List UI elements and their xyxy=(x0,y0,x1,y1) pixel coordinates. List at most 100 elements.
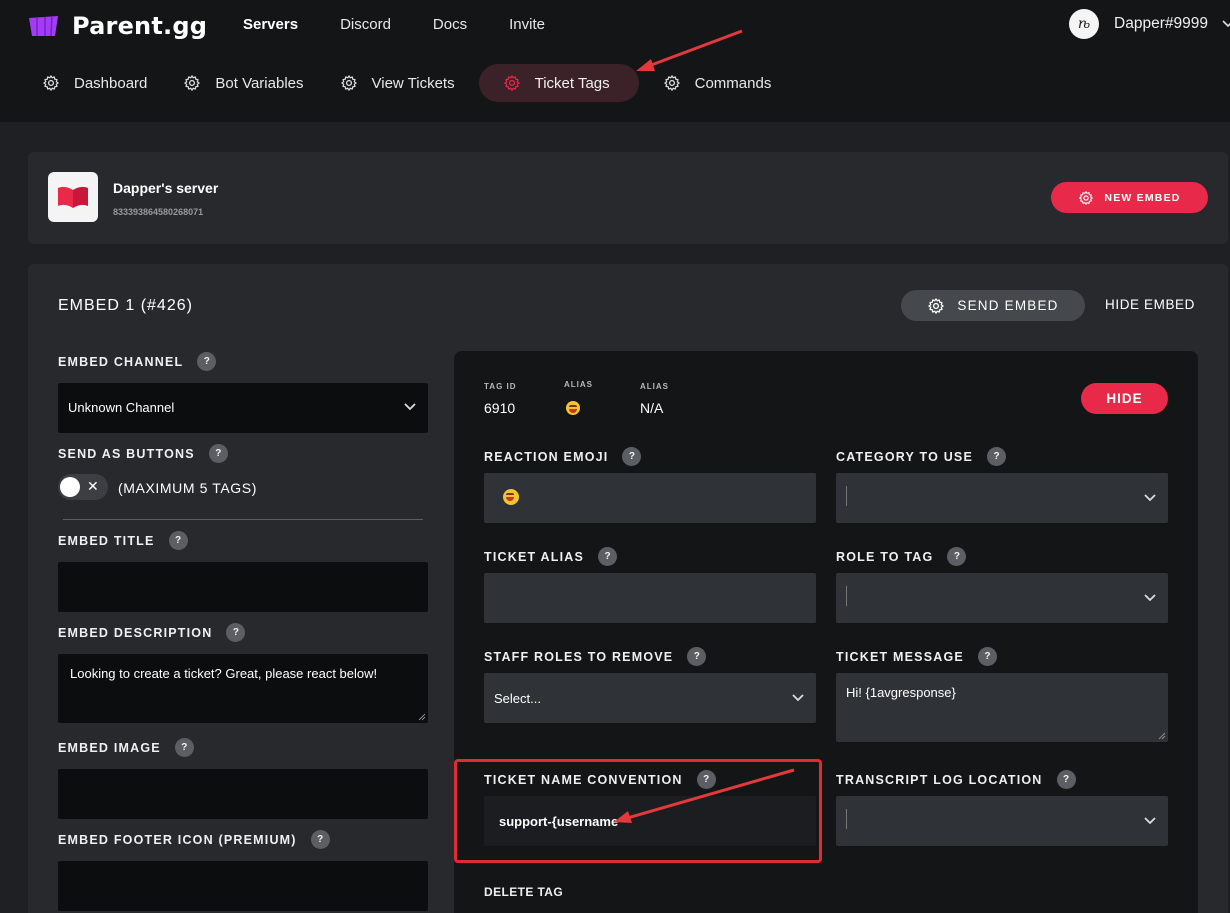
help-icon[interactable]: ? xyxy=(226,623,246,642)
help-icon[interactable]: ? xyxy=(208,444,228,463)
text-caret xyxy=(846,486,847,506)
send-embed-button[interactable]: SEND EMBED xyxy=(901,290,1085,321)
tab-dashboard[interactable]: Dashboard xyxy=(42,64,147,102)
reaction-emoji-label: REACTION EMOJI ? xyxy=(484,447,642,466)
resize-handle-icon[interactable] xyxy=(418,713,426,721)
help-icon[interactable]: ? xyxy=(598,547,618,566)
help-icon[interactable]: ? xyxy=(1056,770,1076,789)
send-embed-label: SEND EMBED xyxy=(957,298,1059,313)
embed-description-textarea[interactable]: Looking to create a ticket? Great, pleas… xyxy=(58,654,428,723)
gear-icon xyxy=(503,75,520,91)
ticket-message-textarea[interactable]: Hi! {1avgresponse} xyxy=(836,673,1168,742)
server-icon xyxy=(48,172,98,222)
embed-image-input[interactable] xyxy=(58,769,428,819)
role-to-tag-select[interactable] xyxy=(836,573,1168,623)
hide-embed-button[interactable]: HIDE EMBED xyxy=(1105,297,1195,312)
embed-image-label-text: EMBED IMAGE xyxy=(58,740,161,755)
alias2-value: N/A xyxy=(640,400,664,416)
category-select[interactable] xyxy=(836,473,1168,523)
help-icon[interactable]: ? xyxy=(197,352,217,371)
tab-ticket-tags-label: Ticket Tags xyxy=(534,74,610,92)
embed-channel-label: EMBED CHANNEL ? xyxy=(58,352,217,371)
category-label-text: CATEGORY TO USE xyxy=(836,449,974,464)
nav-servers[interactable]: Servers xyxy=(243,16,298,33)
help-icon[interactable]: ? xyxy=(168,531,188,550)
alias-label: ALIAS xyxy=(564,380,593,389)
send-as-buttons-label-text: SEND AS BUTTONS xyxy=(58,446,195,461)
staff-roles-select[interactable]: Select... xyxy=(484,673,816,723)
hide-tag-button[interactable]: HIDE xyxy=(1081,383,1168,414)
user-menu[interactable]: ѣ Dapper#9999 xyxy=(1069,9,1230,39)
embed-title-label-text: EMBED TITLE xyxy=(58,533,155,548)
send-as-buttons-toggle[interactable]: ✕ xyxy=(58,474,108,500)
gear-icon xyxy=(184,75,201,91)
embed-footer-label-text: EMBED FOOTER ICON (PREMIUM) xyxy=(58,832,297,847)
server-card: Dapper's server 833393864580268071 NEW E… xyxy=(28,152,1228,244)
ticket-alias-label: TICKET ALIAS ? xyxy=(484,547,618,566)
help-icon[interactable]: ? xyxy=(174,738,194,757)
category-label: CATEGORY TO USE ? xyxy=(836,447,1007,466)
ticket-alias-label-text: TICKET ALIAS xyxy=(484,549,585,564)
text-caret xyxy=(846,586,847,606)
reaction-emoji-input[interactable] xyxy=(484,473,816,523)
embed-footer-icon-input[interactable] xyxy=(58,861,428,911)
alias2-label: ALIAS xyxy=(640,382,669,391)
transcript-log-select[interactable] xyxy=(836,796,1168,846)
help-icon[interactable]: ? xyxy=(310,830,330,849)
chevron-down-icon xyxy=(1144,494,1156,502)
gear-icon xyxy=(340,75,357,91)
logo[interactable]: Parent.gg xyxy=(28,12,207,40)
book-icon xyxy=(58,186,88,208)
reaction-emoji-label-text: REACTION EMOJI xyxy=(484,449,609,464)
sub-nav: Dashboard Bot Variables View Tickets Tic… xyxy=(42,64,807,102)
delete-tag-button[interactable]: DELETE TAG xyxy=(484,885,563,899)
logo-mark-icon xyxy=(29,15,58,37)
resize-handle-icon[interactable] xyxy=(1158,732,1166,740)
top-bar: Parent.gg Servers Discord Docs Invite ѣ … xyxy=(0,0,1230,122)
server-name: Dapper's server xyxy=(113,180,219,196)
chevron-down-icon xyxy=(1222,20,1230,28)
highlight-box xyxy=(454,759,822,863)
embed-description-label: EMBED DESCRIPTION ? xyxy=(58,623,246,642)
nav-discord[interactable]: Discord xyxy=(340,16,391,33)
transcript-log-label-text: TRANSCRIPT LOG LOCATION xyxy=(836,772,1043,787)
help-icon[interactable]: ? xyxy=(622,447,642,466)
staff-roles-label: STAFF ROLES TO REMOVE ? xyxy=(484,647,707,666)
logo-text: Parent.gg xyxy=(72,12,208,40)
tab-ticket-tags[interactable]: Ticket Tags xyxy=(478,64,639,102)
embed-channel-value: Unknown Channel xyxy=(68,400,175,415)
help-icon[interactable]: ? xyxy=(947,547,967,566)
ticket-alias-input[interactable] xyxy=(484,573,816,623)
new-embed-label: NEW EMBED xyxy=(1104,191,1181,204)
help-icon[interactable]: ? xyxy=(977,647,997,666)
role-to-tag-label-text: ROLE TO TAG xyxy=(836,549,934,564)
tab-commands[interactable]: Commands xyxy=(663,64,772,102)
tab-bot-variables[interactable]: Bot Variables xyxy=(183,64,304,102)
embed-title-input[interactable] xyxy=(58,562,428,612)
close-icon: ✕ xyxy=(87,478,99,494)
help-icon[interactable]: ? xyxy=(687,647,707,666)
max-tags-text: (MAXIMUM 5 TAGS) xyxy=(118,480,257,496)
emoji-icon xyxy=(503,489,519,505)
toggle-knob xyxy=(60,477,80,497)
embed-image-label: EMBED IMAGE ? xyxy=(58,738,194,757)
ticket-message-label: TICKET MESSAGE ? xyxy=(836,647,997,666)
send-as-buttons-label: SEND AS BUTTONS ? xyxy=(58,444,228,463)
ticket-message-value: Hi! {1avgresponse} xyxy=(846,685,956,700)
embed-title: EMBED 1 (#426) xyxy=(58,297,193,314)
new-embed-button[interactable]: NEW EMBED xyxy=(1051,182,1208,213)
embed-description-label-text: EMBED DESCRIPTION xyxy=(58,625,213,640)
embed-footer-label: EMBED FOOTER ICON (PREMIUM) ? xyxy=(58,830,330,849)
nav-invite[interactable]: Invite xyxy=(509,16,545,33)
embed-channel-select[interactable]: Unknown Channel xyxy=(58,383,428,433)
avatar: ѣ xyxy=(1069,9,1100,39)
nav-docs[interactable]: Docs xyxy=(433,16,467,33)
staff-roles-value: Select... xyxy=(494,691,541,706)
embed-description-value: Looking to create a ticket? Great, pleas… xyxy=(70,666,378,681)
chevron-down-icon xyxy=(404,403,416,411)
chevron-down-icon xyxy=(1144,817,1156,825)
help-icon[interactable]: ? xyxy=(987,447,1007,466)
server-id: 833393864580268071 xyxy=(113,207,204,217)
tab-commands-label: Commands xyxy=(694,74,772,92)
tab-view-tickets[interactable]: View Tickets xyxy=(340,64,455,102)
